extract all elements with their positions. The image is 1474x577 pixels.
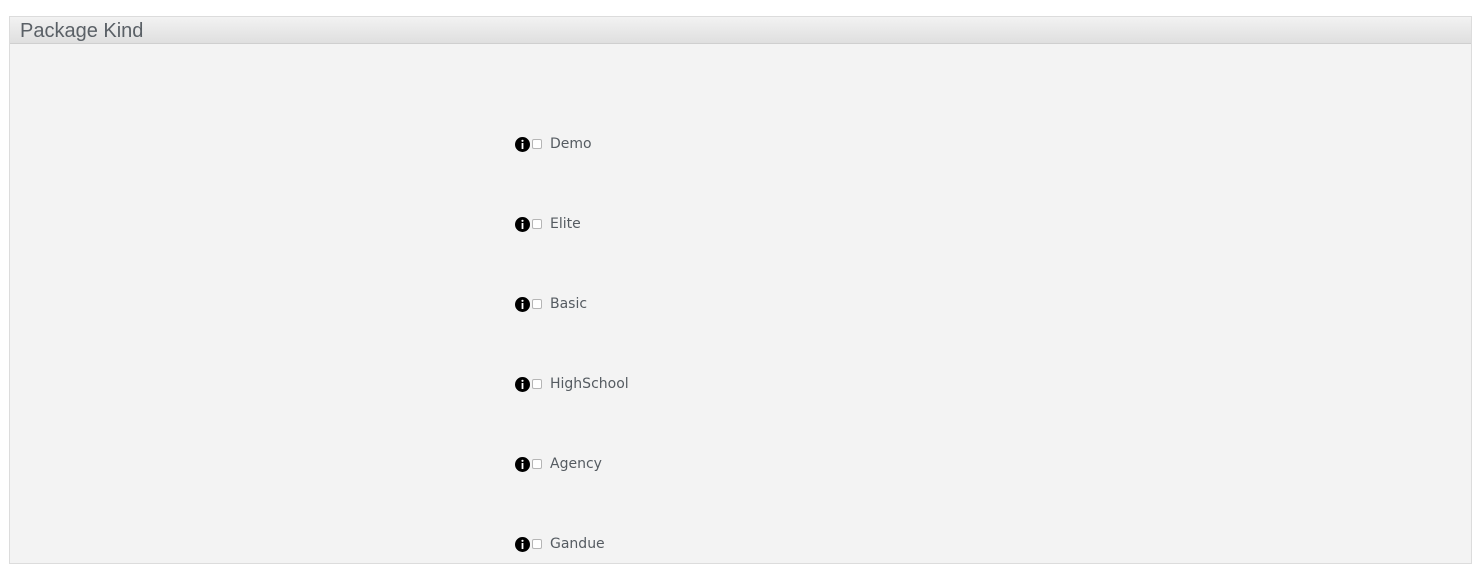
option-label[interactable]: Basic bbox=[550, 296, 587, 312]
option-highschool[interactable]: HighSchool bbox=[515, 374, 629, 394]
panel-title: Package Kind bbox=[20, 20, 144, 42]
option-label[interactable]: Elite bbox=[550, 216, 581, 232]
basic-checkbox[interactable] bbox=[532, 299, 542, 309]
info-icon[interactable] bbox=[515, 536, 530, 552]
option-gandue[interactable]: Gandue bbox=[515, 534, 605, 554]
gandue-checkbox[interactable] bbox=[532, 539, 542, 549]
option-label[interactable]: HighSchool bbox=[550, 376, 629, 392]
option-basic[interactable]: Basic bbox=[515, 294, 587, 314]
info-icon[interactable] bbox=[515, 136, 530, 152]
info-icon[interactable] bbox=[515, 296, 530, 312]
option-agency[interactable]: Agency bbox=[515, 454, 602, 474]
panel-header: Package Kind bbox=[10, 17, 1471, 44]
option-label[interactable]: Demo bbox=[550, 136, 592, 152]
agency-checkbox[interactable] bbox=[532, 459, 542, 469]
option-label[interactable]: Gandue bbox=[550, 536, 605, 552]
info-icon[interactable] bbox=[515, 216, 530, 232]
option-label[interactable]: Agency bbox=[550, 456, 602, 472]
package-kind-panel: Package Kind Demo Elite Basic HighSchool bbox=[9, 16, 1472, 564]
option-demo[interactable]: Demo bbox=[515, 134, 592, 154]
info-icon[interactable] bbox=[515, 456, 530, 472]
elite-checkbox[interactable] bbox=[532, 219, 542, 229]
demo-checkbox[interactable] bbox=[532, 139, 542, 149]
highschool-checkbox[interactable] bbox=[532, 379, 542, 389]
option-elite[interactable]: Elite bbox=[515, 214, 581, 234]
info-icon[interactable] bbox=[515, 376, 530, 392]
